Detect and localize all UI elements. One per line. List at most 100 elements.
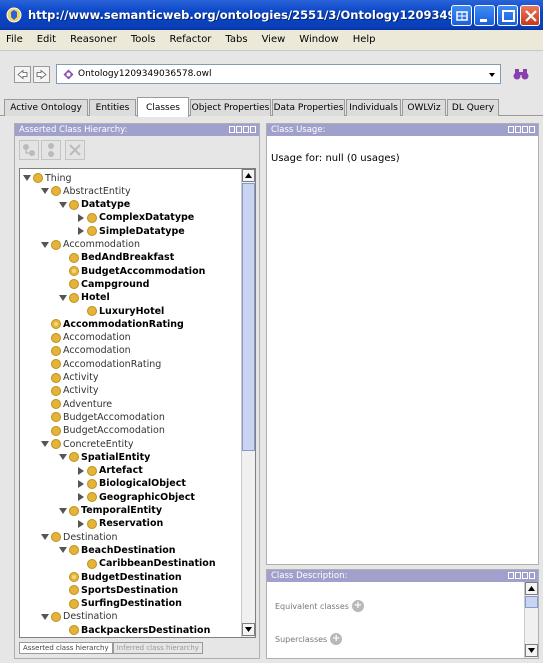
panel-controls[interactable] — [508, 126, 535, 133]
tree-item[interactable]: Activity — [51, 385, 99, 397]
tree-item[interactable]: BackpackersDestination — [69, 624, 210, 636]
tab-data-properties[interactable]: Data Properties — [272, 99, 345, 116]
tree-item[interactable]: SurfingDestination — [69, 598, 182, 610]
collapsed-triangle-icon[interactable] — [77, 479, 85, 488]
menu-edit[interactable]: Edit — [37, 34, 56, 45]
tree-scrollbar[interactable] — [241, 169, 255, 637]
tree-item[interactable]: CaribbeanDestination — [87, 558, 216, 570]
tree-item[interactable]: Thing — [33, 172, 72, 184]
menu-file[interactable]: File — [6, 34, 23, 45]
collapsed-triangle-icon[interactable] — [77, 493, 85, 502]
tab-asserted-hierarchy[interactable]: Asserted class hierarchy — [19, 642, 113, 654]
delete-class-button[interactable] — [65, 140, 85, 160]
tree-item[interactable]: Destination — [51, 531, 118, 543]
scroll-thumb[interactable] — [525, 596, 538, 608]
minimize-button[interactable] — [474, 5, 495, 26]
tab-entities[interactable]: Entities — [89, 99, 136, 116]
expanded-triangle-icon[interactable] — [41, 440, 49, 448]
add-sibling-button[interactable] — [41, 140, 61, 160]
tree-item[interactable]: Activity — [51, 372, 99, 384]
add-superclass-icon[interactable]: + — [330, 633, 343, 645]
add-equivalent-class-icon[interactable]: + — [351, 600, 364, 612]
menu-help[interactable]: Help — [353, 34, 376, 45]
tree-item[interactable]: BudgetAccomodation — [51, 411, 165, 423]
collapsed-triangle-icon[interactable] — [77, 519, 85, 528]
tree-item[interactable]: BudgetDestination — [69, 571, 182, 583]
expanded-triangle-icon[interactable] — [59, 546, 67, 554]
tree-item[interactable]: Accommodation — [51, 239, 140, 251]
close-button[interactable] — [520, 5, 540, 26]
tree-item[interactable]: Reservation — [87, 518, 163, 530]
expanded-triangle-icon[interactable] — [59, 507, 67, 515]
scroll-up-button[interactable] — [242, 169, 255, 182]
tree-item[interactable]: ComplexDatatype — [87, 212, 194, 224]
expanded-triangle-icon[interactable] — [41, 187, 49, 195]
scroll-up-button[interactable] — [525, 582, 538, 595]
tree-item[interactable]: BudgetAccomodation — [51, 425, 165, 437]
tree-item[interactable]: SpatialEntity — [69, 451, 150, 463]
tree-item[interactable]: TemporalEntity — [69, 505, 162, 517]
tree-item[interactable]: LuxuryHotel — [87, 305, 164, 317]
expanded-triangle-icon[interactable] — [59, 294, 67, 302]
expanded-triangle-icon[interactable] — [41, 613, 49, 621]
tree-item[interactable]: AbstractEntity — [51, 185, 131, 197]
tree-item[interactable]: Accomodation — [51, 345, 131, 357]
tree-item-label: BudgetAccommodation — [81, 265, 206, 277]
expanded-triangle-icon[interactable] — [23, 174, 31, 182]
menu-reasoner[interactable]: Reasoner — [70, 34, 117, 45]
tree-item[interactable]: SportsDestination — [69, 584, 178, 596]
menu-window[interactable]: Window — [299, 34, 338, 45]
expanded-triangle-icon[interactable] — [59, 201, 67, 209]
expanded-triangle-icon[interactable] — [41, 533, 49, 541]
collapsed-triangle-icon[interactable] — [77, 227, 85, 236]
tree-item[interactable]: BudgetAccommodation — [69, 265, 205, 277]
maximize-button[interactable] — [497, 5, 518, 26]
tree-item[interactable]: BiologicalObject — [87, 478, 186, 490]
collapsed-triangle-icon[interactable] — [77, 213, 85, 222]
add-subclass-button[interactable] — [19, 140, 39, 160]
menu-view[interactable]: View — [262, 34, 286, 45]
tree-item[interactable]: AccomodationRating — [51, 358, 161, 370]
description-scrollbar[interactable] — [524, 582, 538, 658]
panel-controls[interactable] — [229, 126, 256, 133]
tree-item[interactable]: Adventure — [51, 398, 112, 410]
tab-individuals[interactable]: Individuals — [346, 99, 401, 116]
tree-item[interactable]: Artefact — [87, 465, 143, 477]
tree-item[interactable]: Accomodation — [51, 332, 131, 344]
active-ontology-select[interactable]: Ontology1209349036578.owl — [56, 64, 501, 84]
tree-item[interactable]: Campground — [69, 278, 149, 290]
class-circle-icon — [69, 505, 79, 516]
forward-button[interactable] — [33, 66, 50, 83]
minimize-icon — [480, 19, 487, 22]
restore-button[interactable] — [451, 5, 472, 26]
panel-controls[interactable] — [508, 572, 535, 579]
delete-icon — [69, 144, 81, 156]
tab-object-properties[interactable]: Object Properties — [190, 99, 271, 116]
expanded-triangle-icon[interactable] — [59, 453, 67, 461]
tree-item[interactable]: AccommodationRating — [51, 318, 184, 330]
tree-item[interactable]: Destination — [51, 611, 118, 623]
tab-dl-query[interactable]: DL Query — [447, 99, 499, 116]
menu-refactor[interactable]: Refactor — [169, 34, 211, 45]
tab-inferred-hierarchy[interactable]: Inferred class hierarchy — [112, 642, 203, 654]
tree-item[interactable]: ConcreteEntity — [51, 438, 134, 450]
tree-item[interactable]: Datatype — [69, 199, 130, 211]
scroll-down-button[interactable] — [525, 644, 538, 657]
collapsed-triangle-icon[interactable] — [77, 466, 85, 475]
hierarchy-view-tabs: Asserted class hierarchy Inferred class … — [19, 642, 203, 654]
tab-active-ontology[interactable]: Active Ontology — [4, 99, 88, 116]
find-button[interactable] — [506, 61, 536, 87]
expanded-triangle-icon[interactable] — [41, 241, 49, 249]
tree-item[interactable]: BeachDestination — [69, 544, 176, 556]
scroll-down-button[interactable] — [242, 623, 255, 636]
tab-owlviz[interactable]: OWLViz — [402, 99, 446, 116]
menu-tabs[interactable]: Tabs — [225, 34, 247, 45]
tree-item[interactable]: BedAndBreakfast — [69, 252, 174, 264]
menu-tools[interactable]: Tools — [131, 34, 156, 45]
tree-item[interactable]: SimpleDatatype — [87, 225, 185, 237]
tree-item[interactable]: GeographicObject — [87, 491, 195, 503]
back-button[interactable] — [14, 66, 31, 83]
scroll-thumb[interactable] — [242, 183, 255, 451]
tab-classes[interactable]: Classes — [137, 97, 189, 117]
tree-item[interactable]: Hotel — [69, 292, 110, 304]
